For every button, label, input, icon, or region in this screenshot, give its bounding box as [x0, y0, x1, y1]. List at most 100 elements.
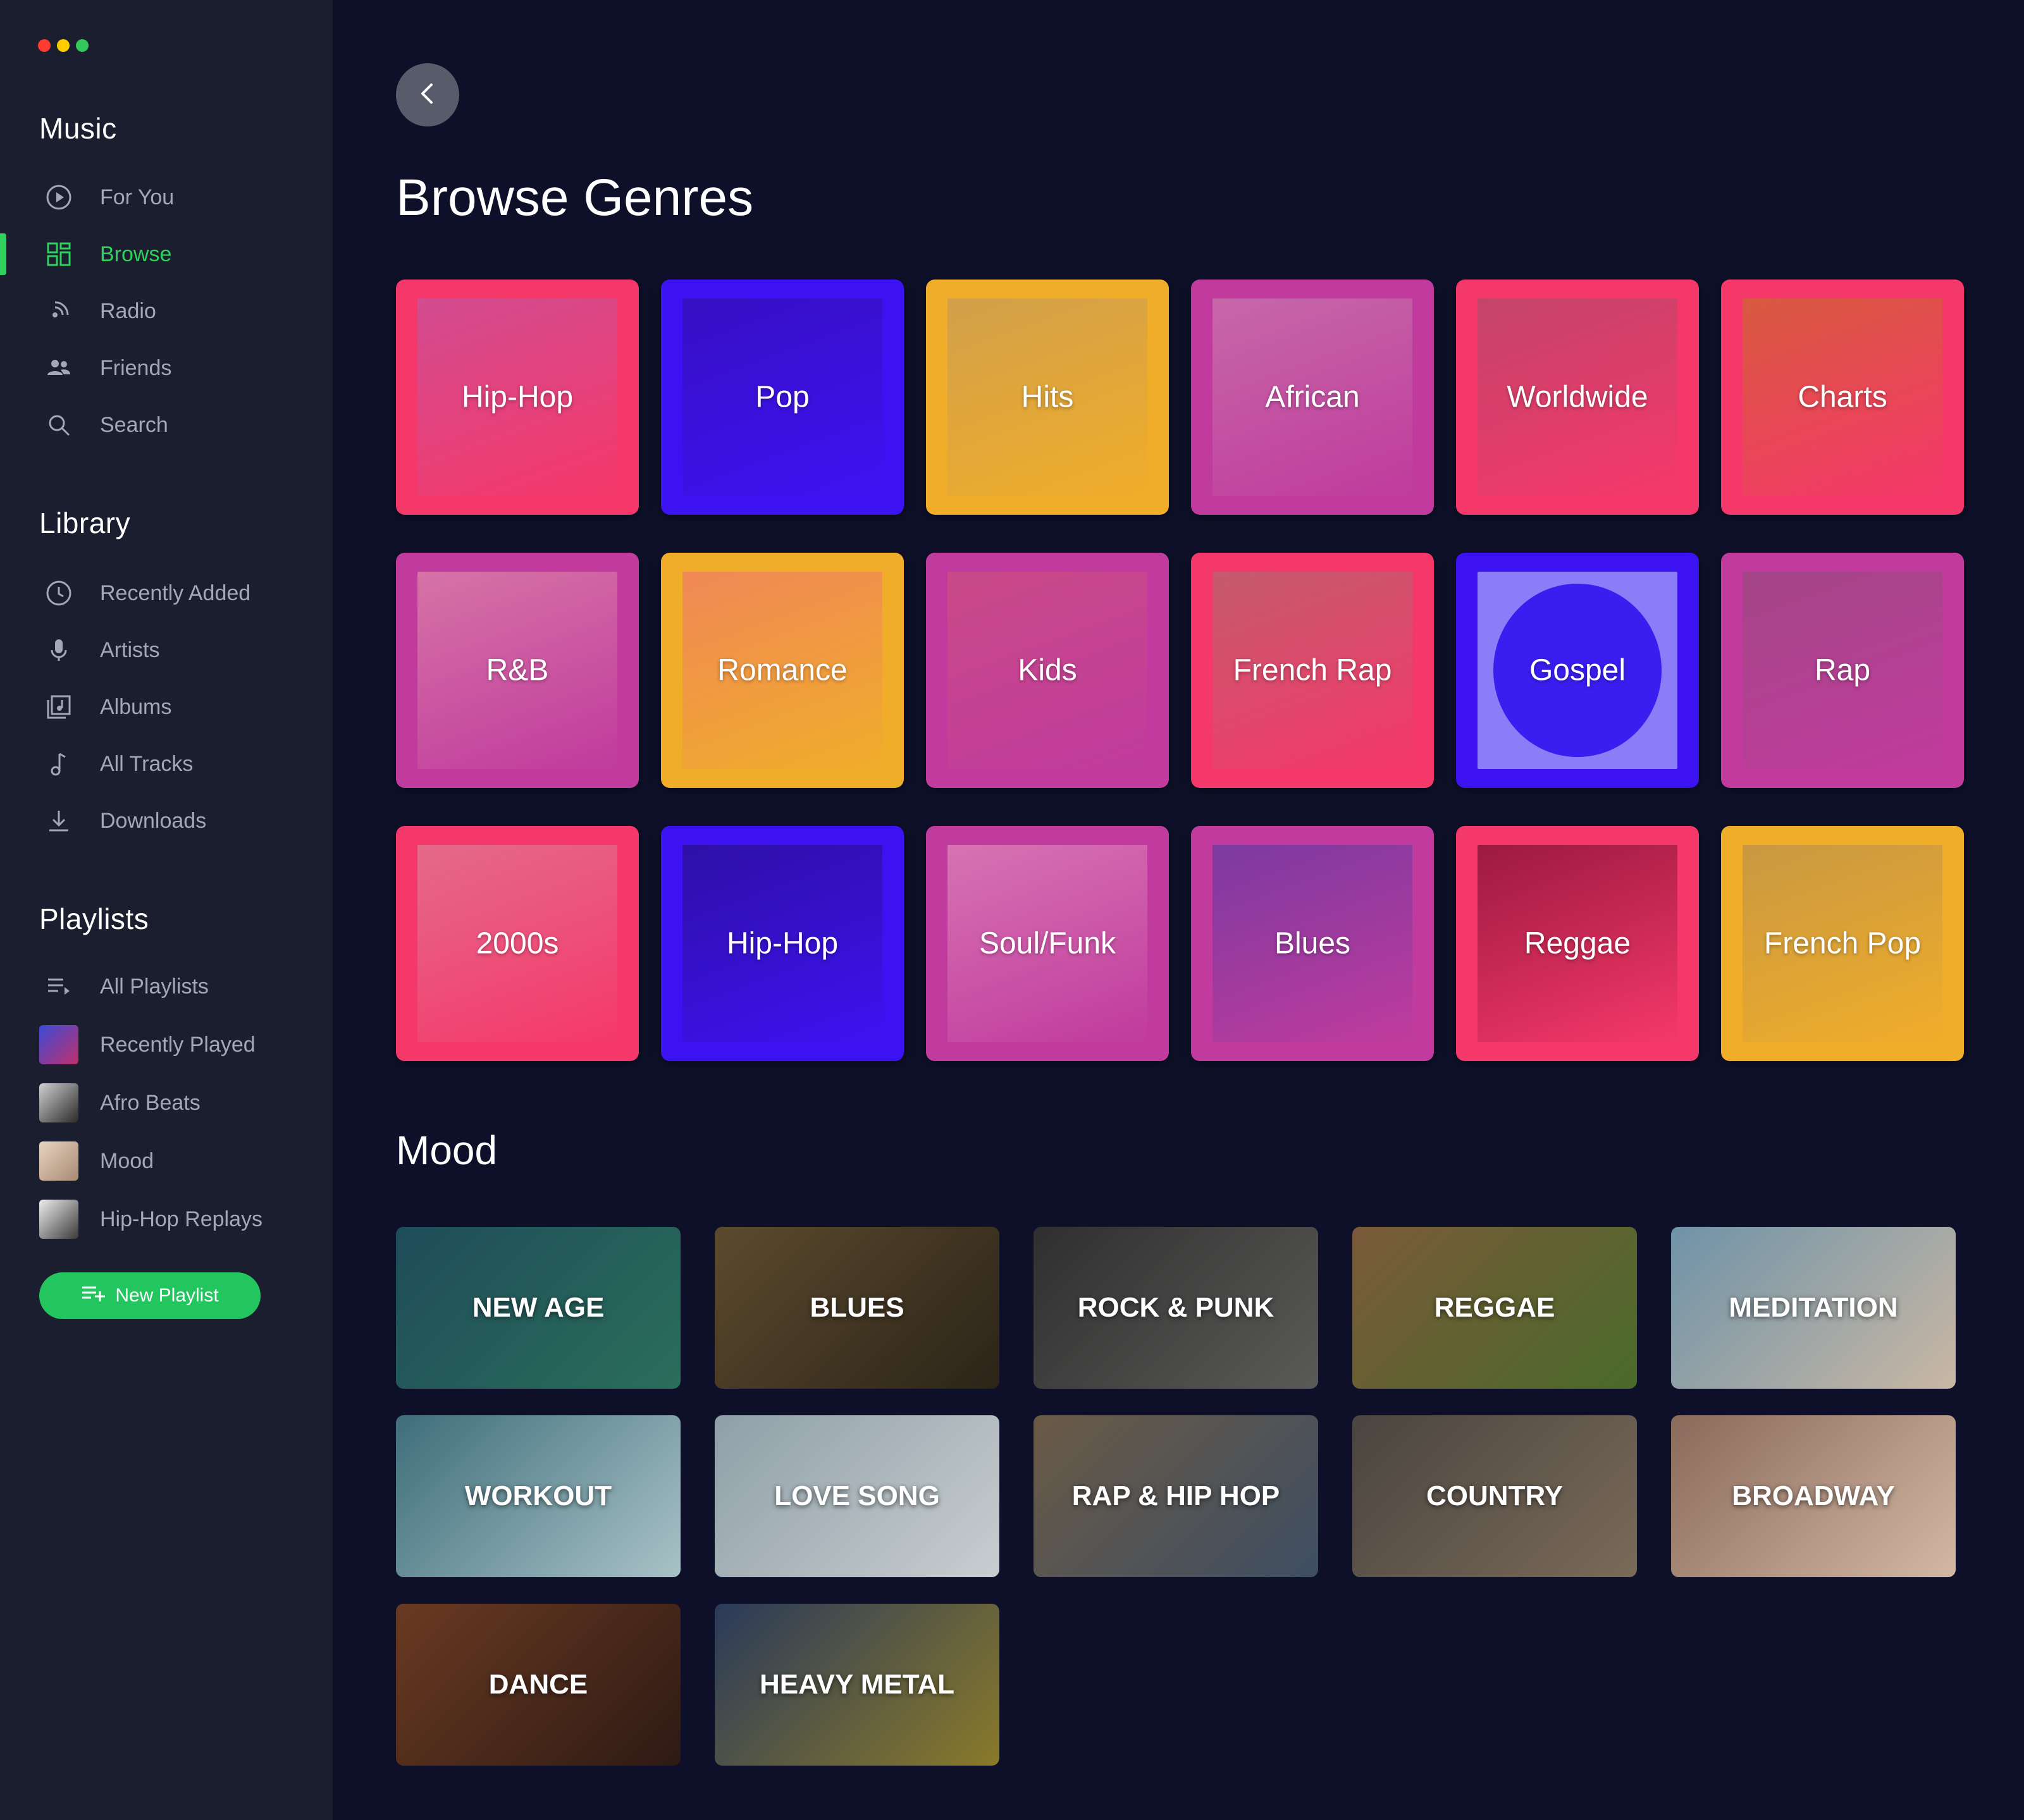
genre-label: Romance [717, 653, 848, 687]
zoom-window-button[interactable] [76, 39, 89, 52]
genre-card[interactable]: French Rap [1191, 553, 1434, 788]
play-circle-icon [44, 183, 73, 212]
library-section-title: Library [39, 507, 131, 539]
close-window-button[interactable] [38, 39, 51, 52]
mood-card[interactable]: COUNTRY [1352, 1415, 1637, 1577]
mood-label: BROADWAY [1732, 1480, 1895, 1511]
chevron-left-icon [415, 81, 440, 109]
sidebar-item-downloads[interactable]: Downloads [0, 796, 333, 846]
mood-grid: NEW AGE BLUES ROCK & PUNK REGGAE MEDITATION W… [396, 1227, 1956, 1766]
sidebar-item-recently-added[interactable]: Recently Added [0, 568, 333, 618]
clock-icon [44, 579, 73, 608]
app-window: Music For You Browse Radio Friends Searc… [0, 0, 2024, 1820]
sidebar-item-for-you[interactable]: For You [0, 172, 333, 223]
sidebar-item-label: All Playlists [100, 974, 209, 999]
sidebar-item-label: Friends [100, 355, 172, 380]
mood-card[interactable]: ROCK & PUNK [1034, 1227, 1318, 1389]
mood-card[interactable]: WORKOUT [396, 1415, 681, 1577]
genre-label: French Rap [1233, 653, 1392, 687]
sidebar-item-recently-played[interactable]: Recently Played [0, 1019, 333, 1070]
genre-label: Rap [1814, 653, 1871, 687]
genre-card[interactable]: Romance [661, 553, 904, 788]
sidebar-item-label: Search [100, 412, 168, 437]
genre-label: Hits [1021, 380, 1074, 414]
genre-label: Worldwide [1507, 380, 1648, 414]
genre-card[interactable]: Charts [1721, 280, 1964, 515]
sidebar-item-browse[interactable]: Browse [0, 229, 333, 280]
playlists-section-title: Playlists [39, 902, 149, 935]
mood-label: NEW AGE [472, 1292, 605, 1323]
genre-card[interactable]: Gospel [1456, 553, 1699, 788]
genre-card[interactable]: 2000s [396, 826, 639, 1061]
radio-icon [44, 297, 73, 326]
genre-label: African [1265, 380, 1360, 414]
back-button[interactable] [396, 63, 459, 126]
genre-card[interactable]: Rap [1721, 553, 1964, 788]
genre-grid: Hip-Hop Pop Hits African Worldwide Charts R&B R… [396, 280, 1966, 1061]
genre-label: Kids [1018, 653, 1077, 687]
genre-card[interactable]: R&B [396, 553, 639, 788]
genre-card[interactable]: Hip-Hop [661, 826, 904, 1061]
add-playlist-icon [81, 1284, 106, 1308]
genre-label: Hip-Hop [461, 380, 574, 414]
sidebar-item-all-playlists[interactable]: All Playlists [0, 961, 333, 1012]
genre-card[interactable]: African [1191, 280, 1434, 515]
mood-card[interactable]: LOVE SONG [715, 1415, 999, 1577]
mood-card[interactable]: RAP & HIP HOP [1034, 1415, 1318, 1577]
sidebar-item-label: For You [100, 185, 175, 209]
music-section-title: Music [39, 112, 117, 145]
genre-card[interactable]: French Pop [1721, 826, 1964, 1061]
mood-label: BLUES [810, 1292, 904, 1323]
mood-card[interactable]: BROADWAY [1671, 1415, 1956, 1577]
mood-label: MEDITATION [1729, 1292, 1898, 1323]
playlist-thumbnail [39, 1083, 78, 1122]
sidebar-item-afro-beats[interactable]: Afro Beats [0, 1078, 333, 1128]
sidebar-item-friends[interactable]: Friends [0, 343, 333, 393]
genre-card[interactable]: Hip-Hop [396, 280, 639, 515]
sidebar-item-label: Recently Added [100, 581, 251, 605]
sidebar-item-all-tracks[interactable]: All Tracks [0, 739, 333, 789]
mood-section-title: Mood [396, 1128, 498, 1173]
sidebar-item-label: Downloads [100, 808, 207, 833]
genre-card[interactable]: Blues [1191, 826, 1434, 1061]
playlist-thumbnail [39, 1141, 78, 1181]
sidebar: Music For You Browse Radio Friends Searc… [0, 0, 333, 1820]
mood-card[interactable]: NEW AGE [396, 1227, 681, 1389]
sidebar-item-label: All Tracks [100, 751, 194, 776]
mood-card[interactable]: MEDITATION [1671, 1227, 1956, 1389]
genre-card[interactable]: Soul/Funk [926, 826, 1169, 1061]
sidebar-item-mood[interactable]: Mood [0, 1136, 333, 1186]
sidebar-item-albums[interactable]: Albums [0, 682, 333, 732]
mood-card[interactable]: REGGAE [1352, 1227, 1637, 1389]
genre-label: Blues [1274, 926, 1351, 961]
window-controls [38, 39, 89, 52]
sidebar-item-radio[interactable]: Radio [0, 286, 333, 336]
genre-card[interactable]: Pop [661, 280, 904, 515]
minimize-window-button[interactable] [57, 39, 70, 52]
mood-label: DANCE [488, 1669, 588, 1700]
mood-label: REGGAE [1434, 1292, 1555, 1323]
download-icon [44, 806, 73, 835]
sidebar-item-label: Browse [100, 242, 172, 266]
sidebar-item-hip-hop-replays[interactable]: Hip-Hop Replays [0, 1194, 333, 1245]
genre-card[interactable]: Kids [926, 553, 1169, 788]
sidebar-item-artists[interactable]: Artists [0, 625, 333, 675]
mood-card[interactable]: HEAVY METAL [715, 1604, 999, 1766]
mood-label: RAP & HIP HOP [1071, 1480, 1280, 1511]
genre-label: R&B [486, 653, 549, 687]
genre-card[interactable]: Worldwide [1456, 280, 1699, 515]
genre-card[interactable]: Reggae [1456, 826, 1699, 1061]
mood-label: LOVE SONG [774, 1480, 940, 1511]
sidebar-item-search[interactable]: Search [0, 400, 333, 450]
genre-label: Gospel [1529, 653, 1626, 687]
new-playlist-button[interactable]: New Playlist [39, 1272, 261, 1319]
album-icon [44, 692, 73, 722]
genre-card[interactable]: Hits [926, 280, 1169, 515]
mood-card[interactable]: DANCE [396, 1604, 681, 1766]
sidebar-item-label: Albums [100, 694, 172, 719]
music-note-icon [44, 749, 73, 778]
playlist-thumbnail [39, 1025, 78, 1064]
search-icon [44, 410, 73, 440]
friends-icon [44, 354, 73, 383]
mood-card[interactable]: BLUES [715, 1227, 999, 1389]
